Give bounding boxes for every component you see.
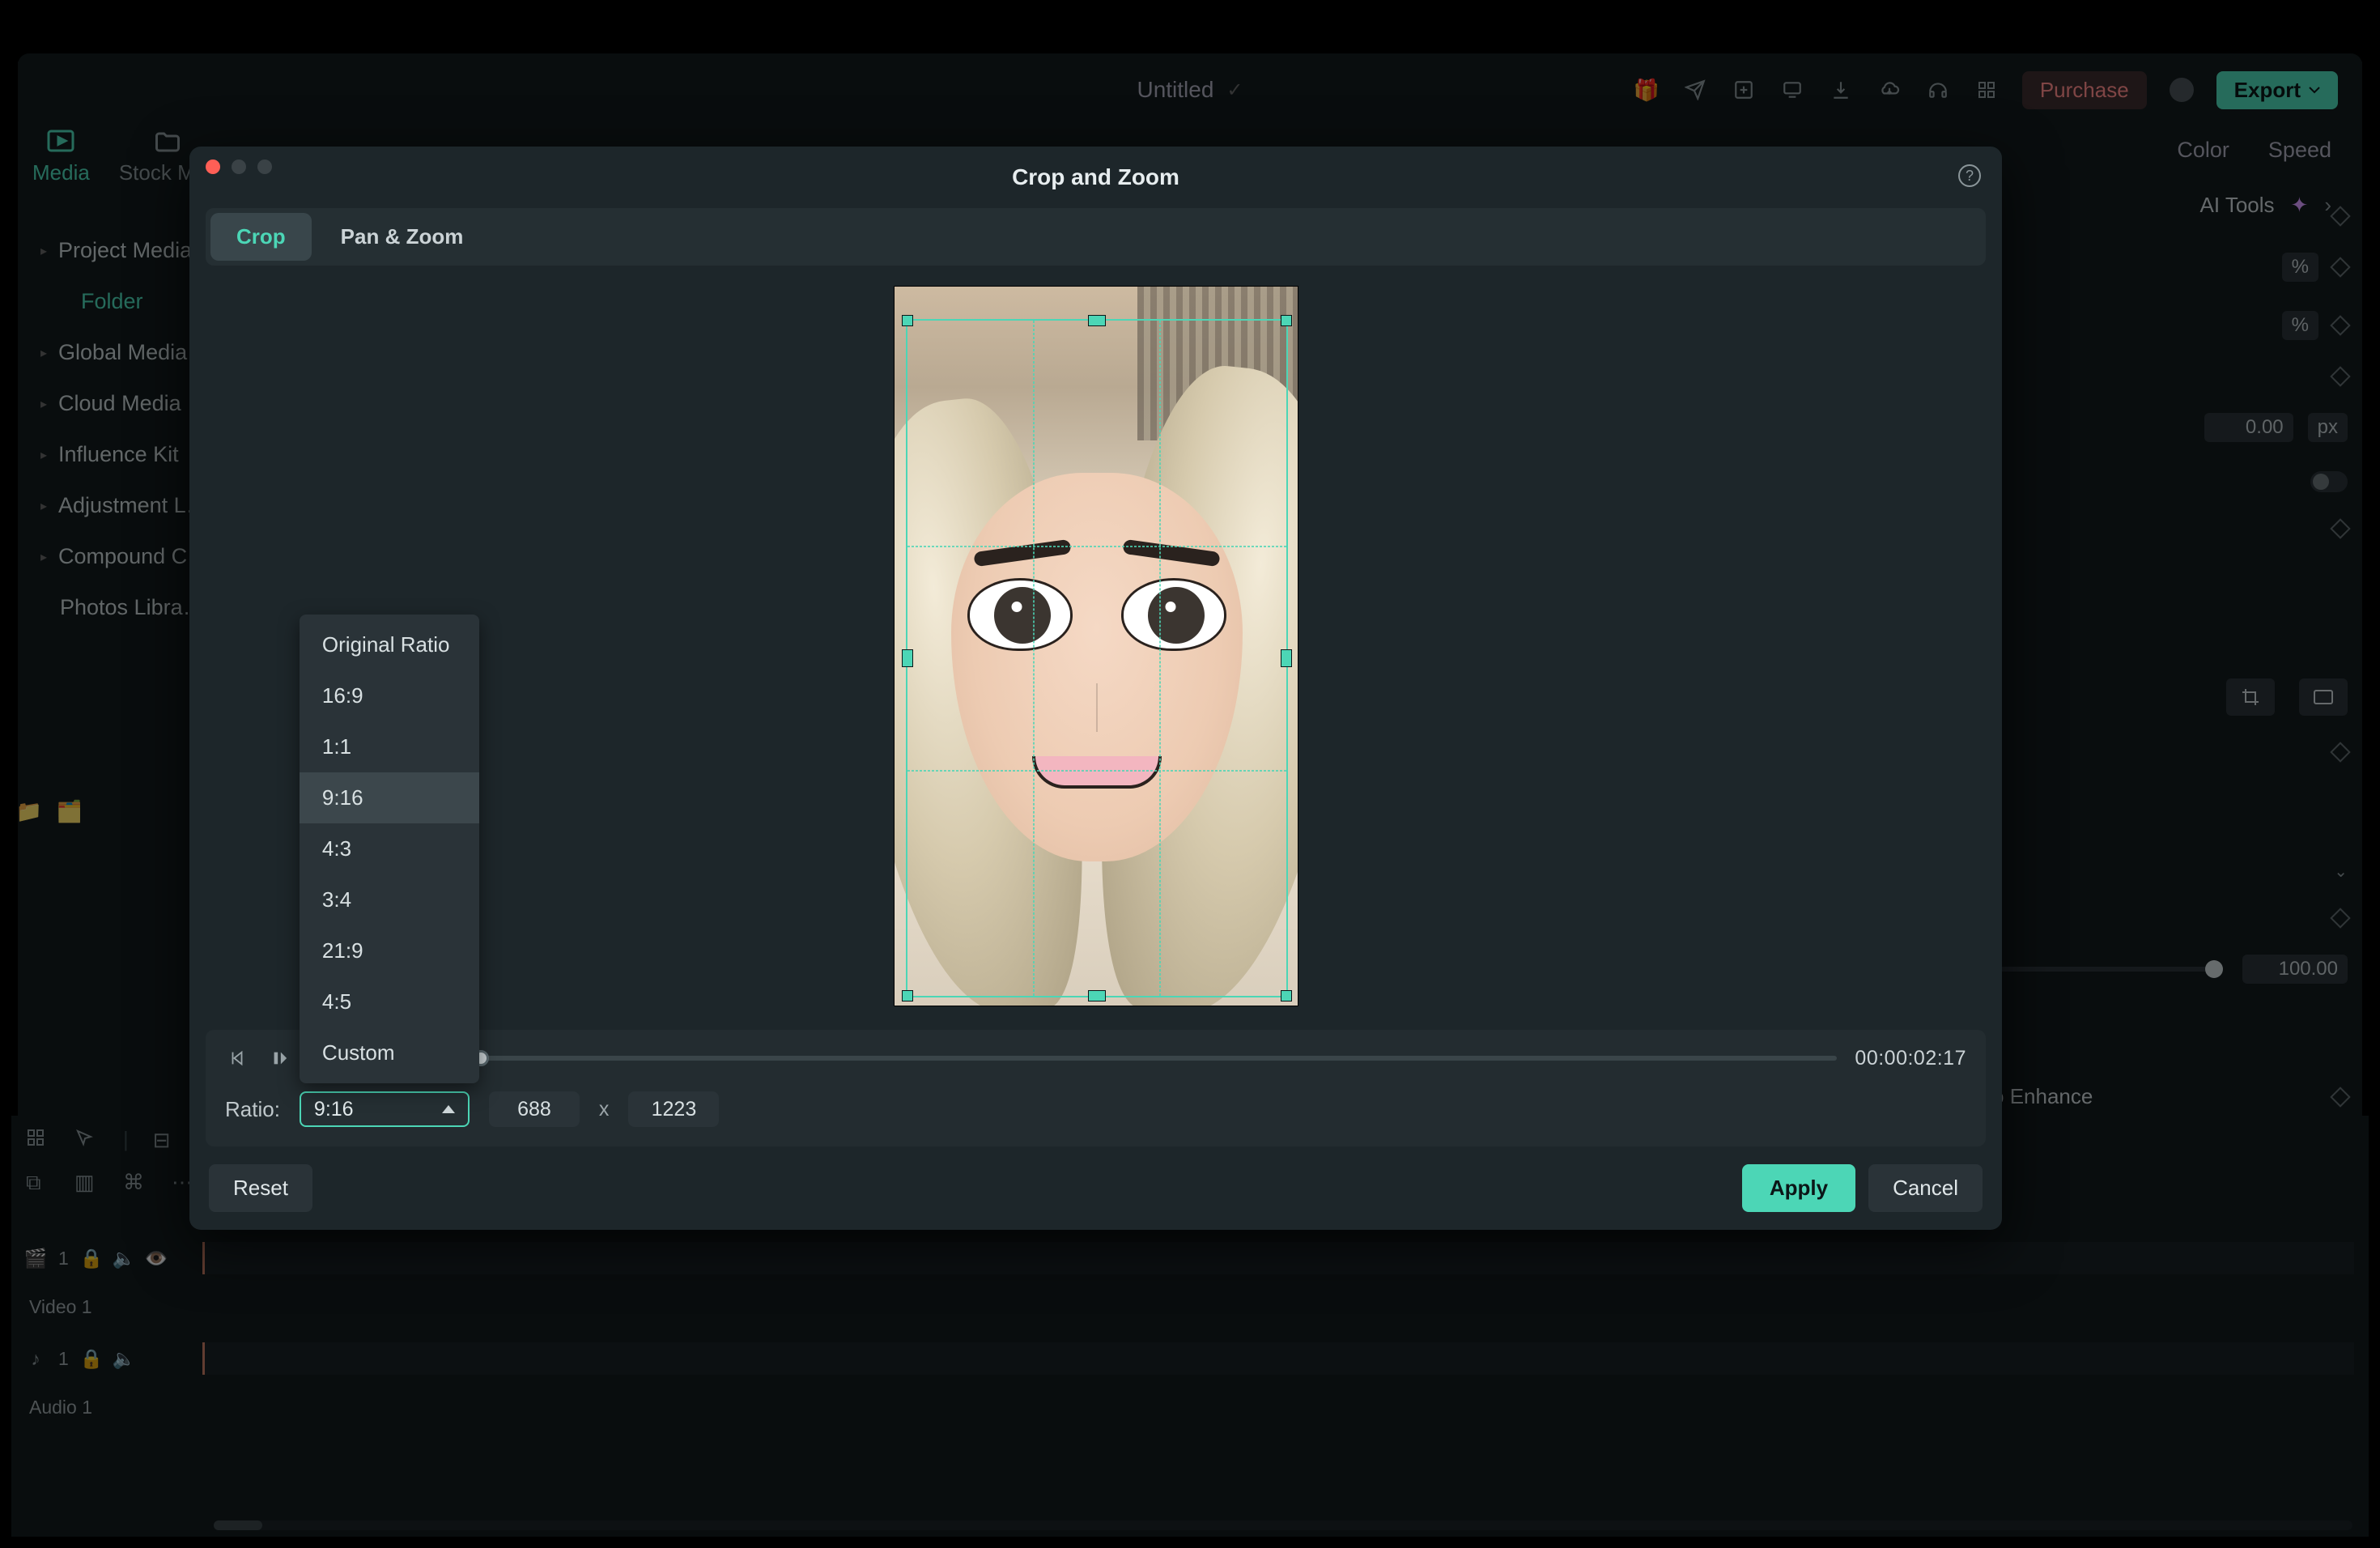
timecode-end: 00:00:02:17 bbox=[1855, 1047, 1966, 1070]
ratio-option-4-5[interactable]: 4:5 bbox=[300, 976, 479, 1027]
crop-handle-sw[interactable] bbox=[902, 990, 913, 1002]
ratio-option-custom[interactable]: Custom bbox=[300, 1027, 479, 1078]
tab-pan-and-zoom[interactable]: Pan & Zoom bbox=[315, 213, 490, 261]
help-icon[interactable]: ? bbox=[1958, 164, 1981, 187]
cancel-button[interactable]: Cancel bbox=[1868, 1164, 1983, 1212]
window-minimize-icon bbox=[232, 159, 246, 174]
ratio-select[interactable]: 9:16 Original Ratio 16:9 1:1 9:16 4:3 3:… bbox=[300, 1091, 470, 1127]
crop-handle-n[interactable] bbox=[1088, 315, 1106, 326]
crop-handle-s[interactable] bbox=[1088, 990, 1106, 1002]
ratio-option-1-1[interactable]: 1:1 bbox=[300, 721, 479, 772]
step-back-icon[interactable] bbox=[225, 1046, 249, 1070]
play-pause-icon[interactable] bbox=[267, 1046, 291, 1070]
crop-handle-nw[interactable] bbox=[902, 315, 913, 326]
dialog-title: Crop and Zoom bbox=[189, 147, 2002, 208]
ratio-option-21-9[interactable]: 21:9 bbox=[300, 925, 479, 976]
crop-width-input[interactable]: 688 bbox=[489, 1091, 580, 1127]
ratio-dropdown: Original Ratio 16:9 1:1 9:16 4:3 3:4 21:… bbox=[300, 615, 479, 1083]
ratio-option-4-3[interactable]: 4:3 bbox=[300, 823, 479, 874]
playhead-slider[interactable] bbox=[481, 1056, 1838, 1061]
video-preview[interactable] bbox=[894, 286, 1298, 1006]
ratio-label: Ratio: bbox=[225, 1097, 280, 1122]
ratio-option-9-16[interactable]: 9:16 bbox=[300, 772, 479, 823]
tab-crop[interactable]: Crop bbox=[210, 213, 312, 261]
ratio-select-value: 9:16 bbox=[314, 1098, 354, 1121]
chevron-up-icon bbox=[442, 1105, 455, 1113]
crop-and-zoom-dialog: Crop and Zoom ? Crop Pan & Zoom bbox=[189, 147, 2002, 1230]
apply-button[interactable]: Apply bbox=[1742, 1164, 1855, 1212]
window-maximize-icon bbox=[257, 159, 272, 174]
reset-button[interactable]: Reset bbox=[209, 1164, 312, 1212]
crop-handle-se[interactable] bbox=[1281, 990, 1292, 1002]
ratio-option-original[interactable]: Original Ratio bbox=[300, 619, 479, 670]
ratio-option-16-9[interactable]: 16:9 bbox=[300, 670, 479, 721]
crop-height-input[interactable]: 1223 bbox=[628, 1091, 719, 1127]
dimension-separator: x bbox=[599, 1098, 610, 1121]
window-close-icon[interactable] bbox=[206, 159, 220, 174]
ratio-option-3-4[interactable]: 3:4 bbox=[300, 874, 479, 925]
